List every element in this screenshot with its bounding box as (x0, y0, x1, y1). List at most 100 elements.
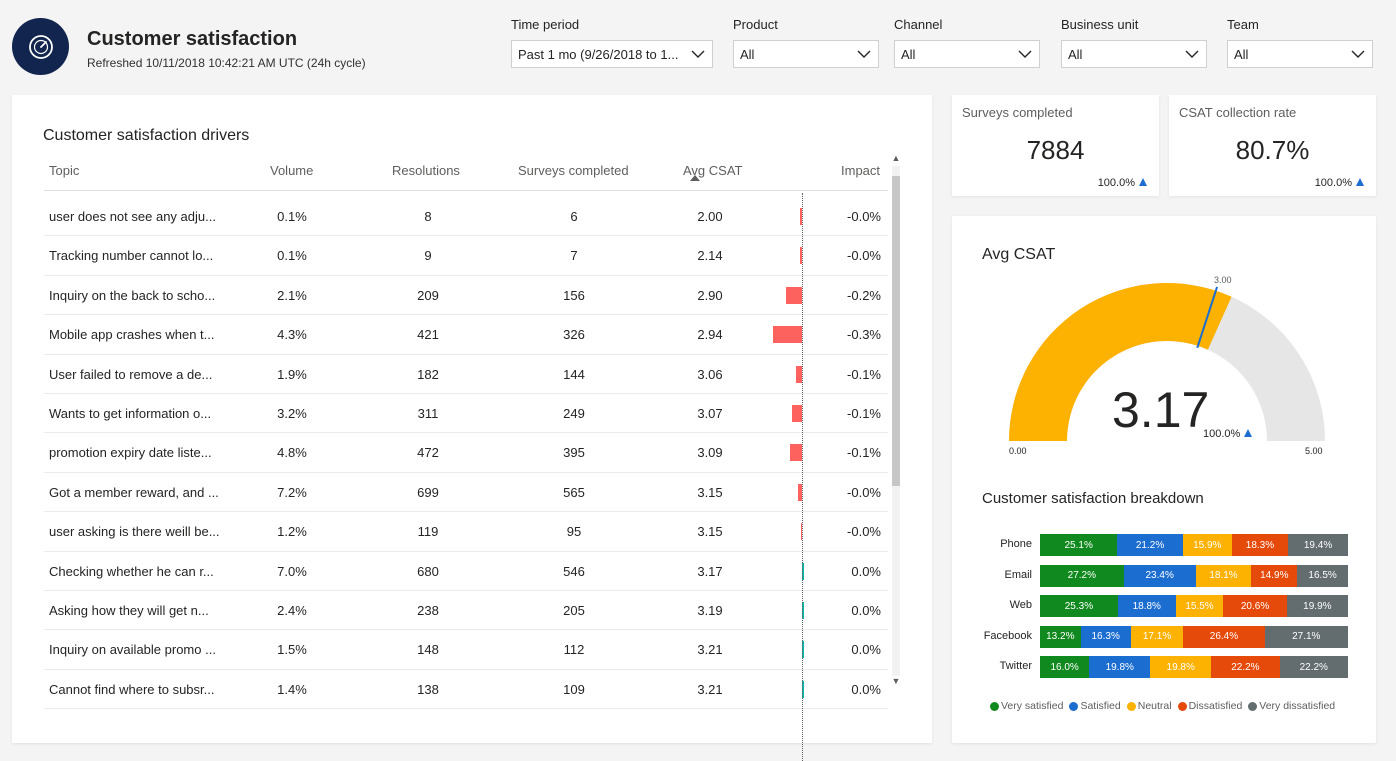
avg-csat-cell: 3.09 (697, 445, 723, 461)
bar-segment[interactable]: 20.6% (1223, 595, 1287, 617)
column-header-impact[interactable]: Impact (841, 163, 880, 178)
team-dropdown[interactable]: All (1227, 40, 1373, 68)
bar-segment[interactable]: 25.1% (1040, 534, 1118, 556)
bar-segment[interactable]: 16.3% (1080, 625, 1131, 648)
impact-cell: -0.1% (847, 406, 881, 421)
bar-segment[interactable]: 15.5% (1175, 595, 1224, 617)
table-row[interactable]: Inquiry on the back to scho... 2.1% 209 156… (44, 276, 888, 316)
bar-segment[interactable]: 19.8% (1150, 656, 1212, 678)
table-row[interactable]: Cannot find where to subsr... 1.4% 138 109 3… (44, 670, 888, 710)
bar-segment[interactable]: 19.9% (1286, 595, 1348, 617)
table-row[interactable]: Got a member reward, and ... 7.2% 699 565 3.… (44, 473, 888, 513)
topic-cell: Checking whether he can r... (49, 563, 214, 579)
table-row[interactable]: Inquiry on available promo ... 1.5% 148 112… (44, 630, 888, 670)
time-period-dropdown[interactable]: Past 1 mo (9/26/2018 to 1... (511, 40, 713, 68)
bar-segment[interactable]: 23.4% (1123, 564, 1196, 587)
volume-cell: 1.2% (277, 524, 307, 540)
gauge-max-label: 5.00 (1305, 446, 1323, 456)
breakdown-row-label: Facebook (983, 629, 1032, 642)
scroll-thumb[interactable] (892, 176, 900, 486)
kpi-label: CSAT collection rate (1179, 105, 1297, 120)
speedometer-icon (28, 34, 53, 59)
legend-item[interactable]: Dissatisfied (1177, 700, 1242, 712)
table-row[interactable]: Asking how they will get n... 2.4% 238 205 3… (44, 591, 888, 631)
breakdown-row: Twitter 16.0% 19.8% 19.8% 22.2% 22.2% (972, 656, 1352, 678)
table-row[interactable]: Wants to get information o... 3.2% 311 249 3… (44, 394, 888, 434)
filter-label: Time period (511, 17, 580, 32)
avg-csat-cell: 3.15 (697, 524, 723, 540)
impact-bar (786, 286, 802, 304)
kpi-delta: 100.0% (1098, 177, 1147, 189)
bar-segment[interactable]: 27.2% (1040, 564, 1124, 587)
table-scrollbar[interactable]: ▲ ▼ (890, 152, 902, 688)
scroll-up-icon[interactable]: ▲ (890, 152, 902, 164)
breakdown-row-label: Email (1004, 568, 1032, 581)
legend-dot-icon (1069, 701, 1079, 711)
bar-segment[interactable]: 27.1% (1264, 625, 1348, 648)
kpi-delta-text: 100.0% (1097, 177, 1135, 189)
table-row[interactable]: promotion expiry date liste... 4.8% 472 395… (44, 433, 888, 473)
volume-cell: 1.5% (277, 642, 307, 658)
impact-cell: -0.0% (847, 248, 881, 264)
topic-cell: Inquiry on available promo ... (49, 642, 216, 658)
table-row[interactable]: Checking whether he can r... 7.0% 680 546 3.… (44, 552, 888, 591)
impact-cell: -0.0% (847, 209, 881, 224)
resolutions-cell: 311 (417, 406, 439, 421)
avg-csat-cell: 3.07 (697, 406, 723, 421)
gauge-title: Avg CSAT (982, 246, 1056, 263)
bar-segment[interactable]: 18.3% (1231, 534, 1289, 556)
legend-item[interactable]: Neutral (1126, 700, 1172, 712)
bar-segment[interactable]: 17.1% (1130, 625, 1184, 648)
product-dropdown[interactable]: All (733, 40, 879, 68)
bar-segment[interactable]: 25.3% (1040, 595, 1118, 617)
column-header-resolutions[interactable]: Resolutions (392, 163, 460, 178)
legend-dot-icon (1248, 701, 1258, 711)
column-header-topic[interactable]: Topic (49, 163, 79, 178)
bar-segment[interactable]: 26.4% (1183, 625, 1265, 648)
table-row[interactable]: user does not see any adju... 0.1% 8 6 2.00 -… (44, 197, 888, 237)
bar-segment[interactable]: 22.2% (1279, 656, 1348, 678)
column-header-volume[interactable]: Volume (270, 163, 313, 178)
bar-segment[interactable]: 22.2% (1211, 656, 1280, 678)
trend-up-icon (1356, 178, 1364, 186)
chevron-down-icon (1185, 50, 1199, 58)
filter-value: Past 1 mo (9/26/2018 to 1... (518, 46, 679, 62)
scroll-down-icon[interactable]: ▼ (890, 675, 902, 687)
gauge-delta: 100.0% (1203, 428, 1253, 440)
topic-cell: Got a member reward, and ... (49, 484, 219, 500)
column-header-avg-csat[interactable]: Avg CSAT (683, 163, 742, 178)
surveys-cell: 144 (563, 366, 585, 382)
channel-dropdown[interactable]: All (894, 40, 1040, 68)
legend-dot-icon (990, 701, 999, 711)
drivers-title: Customer satisfaction drivers (43, 127, 250, 144)
bar-segment[interactable]: 14.9% (1251, 564, 1298, 587)
bar-segment[interactable]: 13.2% (1040, 625, 1081, 648)
legend-item[interactable]: Very satisfied (990, 700, 1063, 712)
filter-value: All (740, 46, 755, 62)
impact-cell: 0.0% (851, 603, 881, 618)
legend-label: Neutral (1137, 700, 1172, 712)
avg-csat-cell: 3.06 (697, 366, 723, 382)
table-row[interactable]: user asking is there weill be... 1.2% 119 9… (44, 512, 888, 552)
bar-segment[interactable]: 16.0% (1040, 656, 1090, 678)
bar-segment[interactable]: 21.2% (1117, 534, 1183, 556)
bar-segment[interactable]: 18.1% (1195, 564, 1252, 587)
bar-segment[interactable]: 19.4% (1288, 534, 1348, 556)
bar-segment[interactable]: 16.5% (1297, 564, 1348, 587)
table-row[interactable]: Mobile app crashes when t... 4.3% 421 326 2.… (44, 315, 888, 355)
surveys-cell: 565 (563, 484, 585, 500)
surveys-cell: 112 (563, 642, 585, 658)
legend-item[interactable]: Very dissatisfied (1248, 700, 1335, 712)
column-header-surveys[interactable]: Surveys completed (518, 163, 629, 178)
resolutions-cell: 421 (417, 327, 439, 343)
volume-cell: 1.4% (277, 681, 307, 697)
bar-segment[interactable]: 15.9% (1182, 534, 1232, 556)
legend-item[interactable]: Satisfied (1069, 700, 1121, 712)
bar-segment[interactable]: 19.8% (1089, 656, 1151, 678)
volume-cell: 7.2% (277, 484, 307, 500)
bar-segment[interactable]: 18.8% (1117, 595, 1176, 617)
impact-cell: -0.0% (847, 484, 881, 500)
business-unit-dropdown[interactable]: All (1061, 40, 1207, 68)
table-row[interactable]: User failed to remove a de... 1.9% 182 144 3… (44, 355, 888, 394)
table-row[interactable]: Tracking number cannot lo... 0.1% 9 7 2.14 -0… (44, 236, 888, 276)
